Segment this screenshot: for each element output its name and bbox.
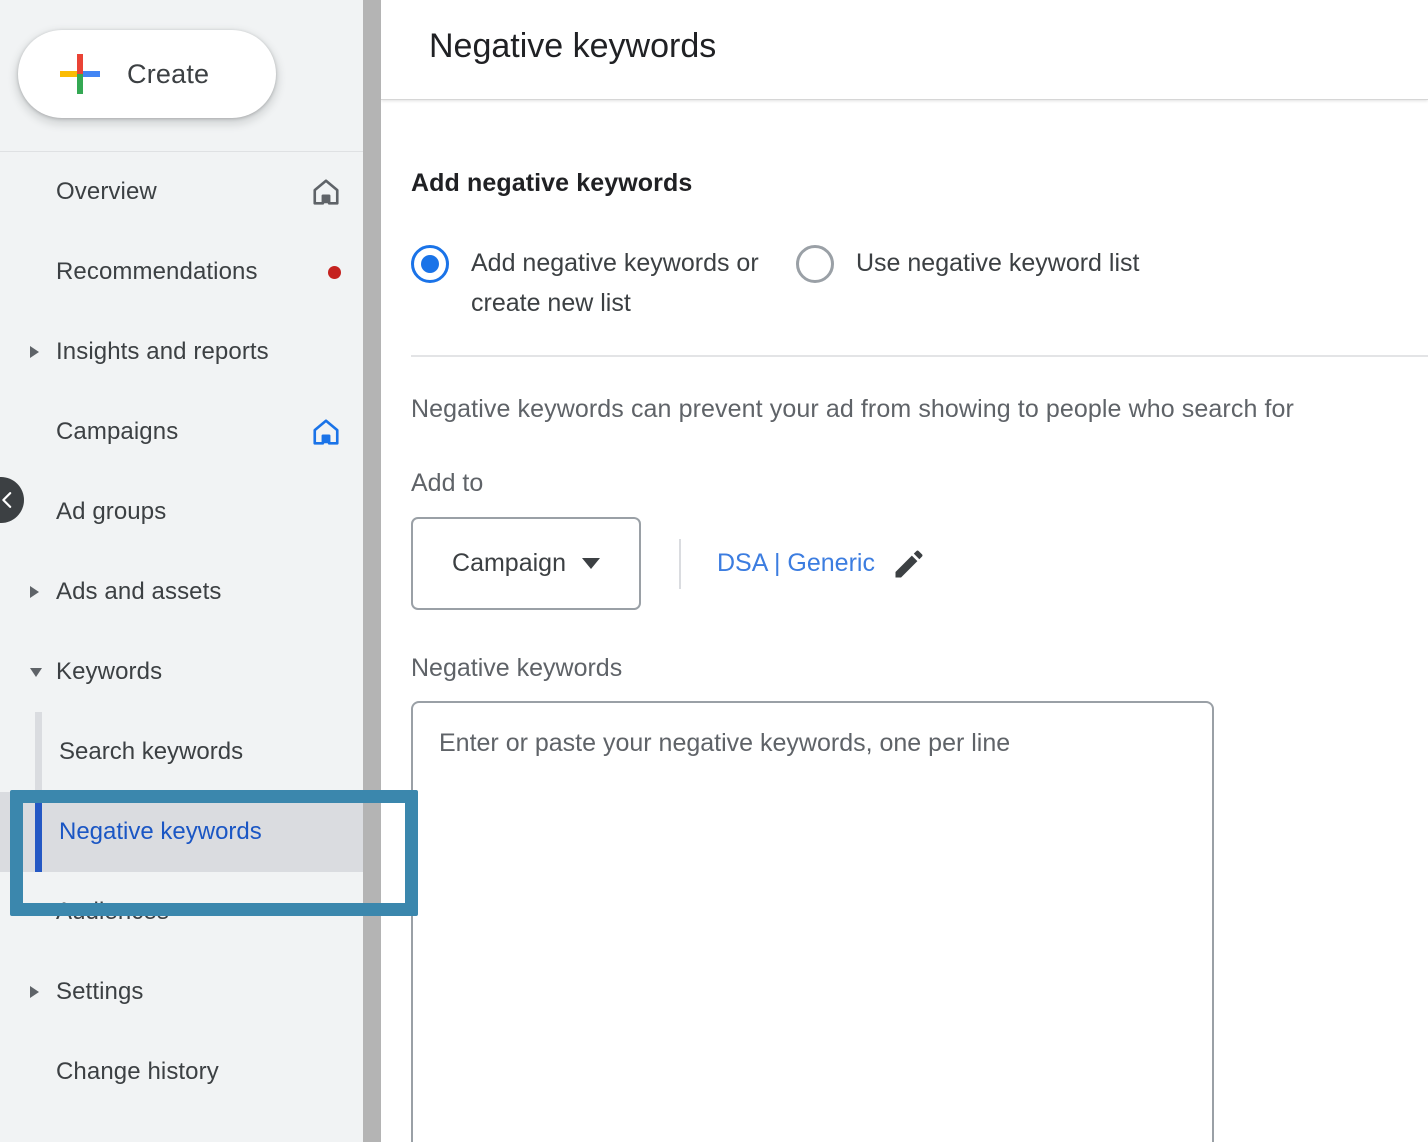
radio-selected-icon[interactable] [411,245,449,283]
home-icon [313,179,339,205]
sidebar-item-label: Insights and reports [56,338,269,365]
sidebar-item-settings[interactable]: Settings [0,952,363,1032]
arrow-slot [30,986,56,998]
sidebar-item-keywords[interactable]: Keywords [0,632,363,712]
sidebar-item-label: Search keywords [59,738,244,765]
sidebar-item-label: Negative keywords [59,818,262,845]
negative-keywords-textarea[interactable]: Enter or paste your negative keywords, o… [411,701,1214,1142]
radio-option-add-negative-keywords[interactable]: Add negative keywords or create new list [411,243,771,323]
create-button-label: Create [127,58,210,89]
page-title: Negative keywords [429,27,717,65]
chevron-down-icon [30,667,42,677]
campaign-scope-value: Campaign [452,549,566,577]
vertical-separator [679,538,681,589]
campaign-scope-select[interactable]: Campaign [411,517,641,610]
arrow-slot [30,667,56,677]
radio-unselected-icon[interactable] [796,245,834,283]
plus-icon [60,54,100,94]
sidebar-item-label: Overview [56,178,157,205]
sidebar-nav: Overview Recommendations Insights and re… [0,152,363,1112]
app-root: Create Overview Recommendations Insights… [0,0,1428,1142]
section-divider [411,355,1428,357]
main-content: Negative keywords Add negative keywords … [381,0,1428,1142]
nav-trailing [311,177,341,207]
content-body: Add negative keywords Add negative keywo… [381,169,1428,1142]
sidebar-item-label: Ads and assets [56,578,222,605]
create-button[interactable]: Create [18,30,276,118]
nav-trailing [328,265,341,279]
add-to-row: Campaign DSA | Generic [411,517,1428,610]
section-heading: Add negative keywords [411,169,693,197]
chevron-left-icon [1,492,11,508]
arrow-slot [30,346,56,358]
sidebar-item-search-keywords[interactable]: Search keywords [0,712,363,792]
chevron-right-icon [30,986,39,998]
selected-indicator-bar [35,792,42,872]
sidebar-item-campaigns[interactable]: Campaigns [0,392,363,472]
negative-keywords-label: Negative keywords [411,654,623,682]
sidebar-item-recommendations[interactable]: Recommendations [0,232,363,312]
nav-trailing [311,417,341,447]
radio-option-label: Use negative keyword list [856,249,1140,277]
chevron-right-icon [30,346,39,358]
sidebar-item-label: Campaigns [56,418,179,445]
red-dot-badge-icon [328,265,341,279]
negative-keywords-placeholder: Enter or paste your negative keywords, o… [439,729,1011,757]
sidebar-item-label: Settings [56,978,144,1005]
sidebar-item-label: Recommendations [56,258,258,285]
sidebar-item-negative-keywords[interactable]: Negative keywords [0,792,363,872]
sidebar-subgroup-keywords: Search keywords Negative keywords [0,712,363,872]
chevron-down-icon [581,558,600,569]
chevron-right-icon [30,586,39,598]
sidebar-item-label: Keywords [56,658,163,685]
sidebar-item-ad-groups[interactable]: Ad groups [0,472,363,552]
sidebar-scrollbar-thumb[interactable] [363,0,381,1142]
radio-option-label: Add negative keywords or create new list [471,249,759,317]
sidebar: Create Overview Recommendations Insights… [0,0,363,1142]
sidebar-item-label: Audiences [56,898,169,925]
arrow-slot [30,586,56,598]
home-icon [313,419,339,445]
description-text: Negative keywords can prevent your ad fr… [411,395,1294,423]
sidebar-item-change-history[interactable]: Change history [0,1032,363,1112]
pencil-icon[interactable] [891,546,927,582]
campaign-name-link[interactable]: DSA | Generic [717,549,875,578]
sidebar-scrollbar-track[interactable] [363,0,381,1142]
sidebar-item-insights-and-reports[interactable]: Insights and reports [0,312,363,392]
sidebar-item-overview[interactable]: Overview [0,152,363,232]
content-header: Negative keywords [381,0,1428,100]
sidebar-header: Create [0,0,363,152]
sidebar-item-audiences[interactable]: Audiences [0,872,363,952]
radio-option-use-negative-keyword-list[interactable]: Use negative keyword list [796,243,1156,283]
sidebar-item-label: Change history [56,1058,219,1085]
radio-group-add-mode: Add negative keywords or create new list… [411,243,1428,323]
sidebar-item-ads-and-assets[interactable]: Ads and assets [0,552,363,632]
sidebar-item-label: Ad groups [56,498,167,525]
add-to-label: Add to [411,469,484,497]
